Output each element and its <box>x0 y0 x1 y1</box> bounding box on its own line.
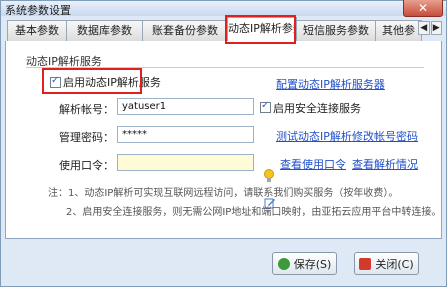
tab-basic[interactable]: 基本参数 <box>7 20 67 41</box>
lightbulb-icon <box>264 169 274 182</box>
password-label: 管理密码： <box>59 131 114 144</box>
configure-server-link[interactable]: 配置动态IP解析服务器 <box>276 76 385 92</box>
close-button-label: 关闭(C) <box>375 257 414 271</box>
save-check-icon <box>277 257 290 270</box>
view-result-link[interactable]: 查看解析情况 <box>352 156 418 172</box>
secure-connection-checkbox[interactable] <box>260 100 271 113</box>
secure-connection-label: 启用安全连接服务 <box>273 102 361 115</box>
account-label: 解析帐号： <box>59 103 114 116</box>
close-button[interactable]: 关闭(C) <box>354 252 419 275</box>
token-label: 使用口令： <box>59 159 114 172</box>
view-token-link[interactable]: 查看使用口令 <box>280 156 346 172</box>
tab-scroll-left-icon[interactable]: ◀ <box>418 21 430 35</box>
settings-window: 系统参数设置 ✕ 基本参数 数据库参数 账套备份参数 动态IP解析参数 短信服务… <box>0 0 447 287</box>
account-input[interactable]: yatuser1 <box>117 98 254 115</box>
save-button-label: 保存(S) <box>293 257 332 271</box>
tab-strip: 基本参数 数据库参数 账套备份参数 动态IP解析参数 短信服务参数 其他参 <box>5 17 442 42</box>
tab-backup[interactable]: 账套备份参数 <box>142 20 228 41</box>
note-line-2: 2、启用安全连接服务，则无需公网IP地址和端口映射，由亚拓云应用平台中转连接。 <box>66 207 442 218</box>
close-window-button[interactable]: ✕ <box>403 0 443 17</box>
test-dynamic-ip-link[interactable]: 测试动态IP解析 <box>276 128 352 144</box>
window-title: 系统参数设置 <box>5 4 71 17</box>
token-input[interactable] <box>117 154 254 171</box>
close-x-icon <box>359 257 372 270</box>
tab-highlight <box>225 15 296 44</box>
title-bar: 系统参数设置 ✕ <box>1 0 446 17</box>
tab-scroll-controls: ◀ ▶ <box>418 21 442 35</box>
note-line-1: 注：1、动态IP解析可实现互联网远程访问，请联系我们购买服务（按年收费）。 <box>48 188 399 199</box>
enable-highlight <box>42 68 142 94</box>
tab-database[interactable]: 数据库参数 <box>66 20 143 41</box>
tab-sms[interactable]: 短信服务参数 <box>296 20 376 41</box>
tab-scroll-right-icon[interactable]: ▶ <box>430 21 442 35</box>
save-button[interactable]: 保存(S) <box>272 252 337 275</box>
modify-password-link[interactable]: 修改帐号密码 <box>352 128 418 144</box>
password-input[interactable]: ***** <box>117 126 254 143</box>
tab-other[interactable]: 其他参 <box>375 20 422 41</box>
